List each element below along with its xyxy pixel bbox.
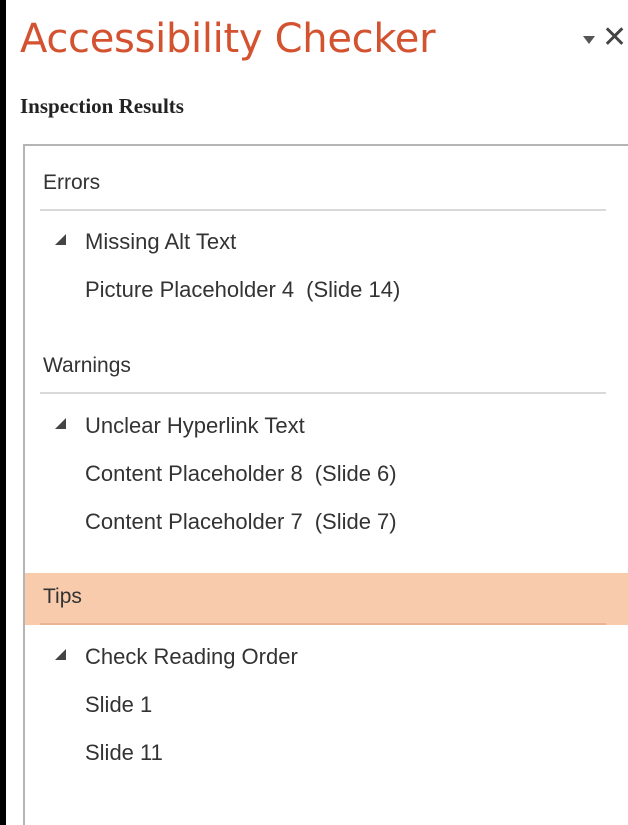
group-missing-alt-text[interactable]: Missing Alt Text	[25, 220, 628, 266]
collapse-triangle-icon[interactable]	[55, 418, 66, 429]
collapse-triangle-icon[interactable]	[55, 234, 66, 245]
list-item-slide-1[interactable]: Slide 1	[25, 683, 628, 729]
section-header-warnings[interactable]: Warnings	[25, 342, 628, 394]
item-name: Slide 1	[85, 692, 153, 717]
item-name: Content Placeholder 8	[85, 461, 303, 486]
pane-title: Accessibility Checker	[20, 16, 436, 62]
chevron-down-icon[interactable]	[583, 36, 595, 44]
divider	[40, 623, 606, 625]
list-item-content-placeholder-7[interactable]: Content Placeholder 7 (Slide 7)	[25, 500, 628, 546]
section-label-errors: Errors	[43, 171, 101, 194]
inspection-results-list[interactable]: Errors Missing Alt Text Picture Placehol…	[23, 144, 628, 825]
group-label: Missing Alt Text	[85, 229, 237, 254]
item-name: Picture Placeholder 4	[85, 277, 295, 302]
section-header-errors[interactable]: Errors	[25, 159, 628, 211]
divider	[40, 209, 606, 211]
item-name: Slide 11	[85, 740, 163, 765]
group-label: Check Reading Order	[85, 644, 298, 669]
item-slide: (Slide 14)	[306, 277, 401, 302]
section-label-warnings: Warnings	[43, 354, 131, 377]
accessibility-checker-pane: Accessibility Checker ✕ Inspection Resul…	[0, 0, 628, 825]
section-label-tips: Tips	[43, 585, 82, 608]
group-label: Unclear Hyperlink Text	[85, 413, 305, 438]
item-slide: (Slide 6)	[314, 461, 397, 486]
item-text: Content Placeholder 7 (Slide 7)	[85, 509, 397, 535]
close-icon[interactable]: ✕	[602, 18, 627, 58]
item-text: Content Placeholder 8 (Slide 6)	[85, 461, 397, 487]
section-header-tips[interactable]: Tips	[25, 573, 628, 625]
list-item-slide-11[interactable]: Slide 11	[25, 731, 628, 777]
item-text: Slide 11	[85, 740, 163, 766]
inspection-results-heading: Inspection Results	[20, 94, 184, 118]
item-text: Slide 1	[85, 692, 152, 718]
pane-left-border	[0, 0, 6, 825]
group-check-reading-order[interactable]: Check Reading Order	[25, 635, 628, 681]
list-item-content-placeholder-8[interactable]: Content Placeholder 8 (Slide 6)	[25, 452, 628, 498]
divider	[40, 392, 606, 394]
group-unclear-hyperlink-text[interactable]: Unclear Hyperlink Text	[25, 404, 628, 450]
item-slide: (Slide 7)	[314, 509, 397, 534]
item-text: Picture Placeholder 4 (Slide 14)	[85, 277, 400, 303]
item-name: Content Placeholder 7	[85, 509, 303, 534]
collapse-triangle-icon[interactable]	[55, 649, 66, 660]
list-item-picture-placeholder-4[interactable]: Picture Placeholder 4 (Slide 14)	[25, 268, 628, 314]
